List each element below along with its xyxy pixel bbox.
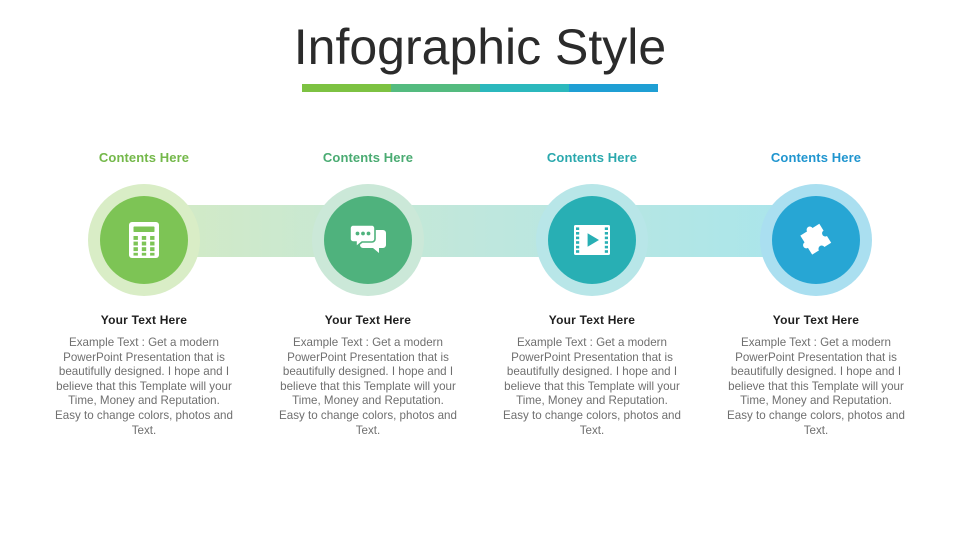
column-3-subhead: Your Text Here [548, 313, 636, 327]
column-2-icon-circle [324, 196, 412, 284]
column-4-icon-ring[interactable] [760, 184, 872, 296]
column-2-body: Example Text : Get a modern PowerPoint P… [279, 336, 457, 437]
column-4-body: Example Text : Get a modern PowerPoint P… [727, 336, 905, 437]
column-3-contents-label: Contents Here [546, 150, 638, 165]
column-3-icon-ring[interactable] [536, 184, 648, 296]
columns-container: Contents Here Your Text Here Example Tex… [0, 0, 960, 540]
column-1-icon-circle [100, 196, 188, 284]
column-1-subhead: Your Text Here [100, 313, 188, 327]
column-4[interactable]: Contents Here Your Text Here Example Tex… [704, 0, 928, 540]
column-3[interactable]: Contents Here Your Text Here Example Tex… [480, 0, 704, 540]
puzzle-piece-icon [796, 220, 836, 260]
column-2-contents-label: Contents Here [322, 150, 414, 165]
column-3-icon-circle [548, 196, 636, 284]
column-2-icon-ring[interactable] [312, 184, 424, 296]
column-2-subhead: Your Text Here [324, 313, 412, 327]
column-2[interactable]: Contents Here Your Text Here Example Tex… [256, 0, 480, 540]
infographic-slide: Infographic Style Contents Here Your Tex… [0, 0, 960, 540]
column-1-body: Example Text : Get a modern PowerPoint P… [55, 336, 233, 437]
column-4-icon-circle [772, 196, 860, 284]
column-4-contents-label: Contents Here [770, 150, 862, 165]
calculator-icon [124, 220, 164, 260]
column-1[interactable]: Contents Here Your Text Here Example Tex… [32, 0, 256, 540]
chat-bubbles-icon [348, 220, 388, 260]
column-4-subhead: Your Text Here [772, 313, 860, 327]
column-1-icon-ring[interactable] [88, 184, 200, 296]
film-play-icon [572, 220, 612, 260]
column-1-contents-label: Contents Here [98, 150, 190, 165]
column-3-body: Example Text : Get a modern PowerPoint P… [503, 336, 681, 437]
